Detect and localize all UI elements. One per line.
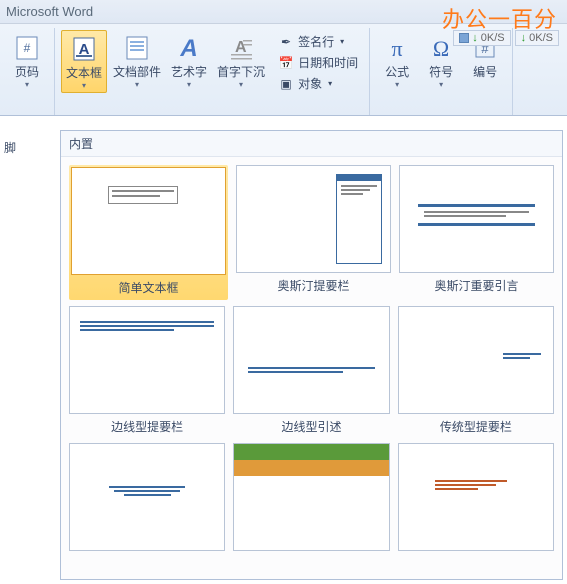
- gallery-thumb: [233, 306, 389, 414]
- svg-text:#: #: [24, 41, 31, 55]
- gallery-item-label: 边线型提要栏: [111, 418, 183, 435]
- gallery-item[interactable]: [69, 443, 225, 551]
- dropcap-icon: A: [225, 32, 257, 64]
- textbox-gallery-panel: 内置 简单文本框 奥斯汀提要栏: [60, 130, 563, 580]
- gallery-thumb: [236, 165, 391, 273]
- dropdown-arrow-icon: ▾: [340, 37, 344, 46]
- signature-line-button[interactable]: ✒签名行▾: [275, 32, 361, 51]
- equation-button[interactable]: π 公式: [376, 30, 418, 91]
- gallery-item[interactable]: [398, 443, 554, 551]
- gallery-thumb: [233, 443, 389, 551]
- wordart-button[interactable]: A 艺术字: [167, 30, 211, 91]
- dropdown-arrow-icon: ▾: [328, 79, 332, 88]
- svg-text:Ω: Ω: [433, 36, 449, 61]
- gallery-thumb: [69, 306, 225, 414]
- page-number-icon: #: [11, 32, 43, 64]
- gallery-item-austin-sidebar[interactable]: 奥斯汀提要栏: [236, 165, 391, 300]
- footer-section-label: 脚: [0, 135, 20, 160]
- svg-text:A: A: [179, 35, 197, 62]
- gallery-item-austin-quote[interactable]: 奥斯汀重要引言: [399, 165, 554, 300]
- doc-parts-button[interactable]: 文档部件: [109, 30, 165, 91]
- date-time-button[interactable]: 📅日期和时间: [275, 53, 361, 72]
- down-arrow-icon: ↓: [521, 32, 527, 44]
- ribbon-group-header-footer: # 页码: [0, 28, 55, 115]
- dropcap-button[interactable]: A 首字下沉: [213, 30, 269, 91]
- object-icon: ▣: [278, 76, 294, 92]
- object-button[interactable]: ▣对象▾: [275, 74, 361, 93]
- page-number-button[interactable]: # 页码: [6, 30, 48, 91]
- gallery-item-label: 简单文本框: [118, 279, 178, 296]
- gallery-thumb: [69, 443, 225, 551]
- svg-text:π: π: [392, 36, 403, 61]
- gallery-item-label: 奥斯汀重要引言: [434, 277, 518, 294]
- gallery-thumb: [71, 167, 226, 275]
- network-stats: ↓0K/S ↓0K/S: [453, 30, 559, 46]
- net-icon: [459, 33, 469, 43]
- app-title: Microsoft Word: [6, 4, 93, 19]
- gallery-grid: 简单文本框 奥斯汀提要栏 奥斯汀重要引言: [61, 157, 562, 579]
- svg-text:A: A: [235, 39, 247, 56]
- pi-icon: π: [381, 32, 413, 64]
- signature-icon: ✒: [278, 34, 294, 50]
- calendar-icon: 📅: [278, 55, 294, 71]
- textbox-button[interactable]: A 文本框: [61, 30, 107, 93]
- net-speed-1: ↓0K/S: [453, 30, 510, 46]
- gallery-item-label: 奥斯汀提要栏: [277, 277, 349, 294]
- gallery-item-traditional-sidebar[interactable]: 传统型提要栏: [398, 306, 554, 437]
- gallery-item-label: 传统型提要栏: [440, 418, 512, 435]
- gallery-item-label: 边线型引述: [281, 418, 341, 435]
- gallery-section-header: 内置: [61, 131, 562, 157]
- gallery-thumb: [398, 443, 554, 551]
- ribbon-group-text: A 文本框 文档部件 A 艺术字 A 首字下沉 ✒签名行▾ 📅日期和时间 ▣对象…: [55, 28, 370, 115]
- down-arrow-icon: ↓: [472, 32, 478, 44]
- gallery-thumb: [398, 306, 554, 414]
- net-speed-2: ↓0K/S: [515, 30, 559, 46]
- gallery-item-border-sidebar[interactable]: 边线型提要栏: [69, 306, 225, 437]
- omega-icon: Ω: [425, 32, 457, 64]
- gallery-item[interactable]: [233, 443, 389, 551]
- gallery-item-border-quote[interactable]: 边线型引述: [233, 306, 389, 437]
- gallery-thumb: [399, 165, 554, 273]
- gallery-item-simple-textbox[interactable]: 简单文本框: [69, 165, 228, 300]
- textbox-icon: A: [68, 33, 100, 65]
- wordart-icon: A: [173, 32, 205, 64]
- doc-parts-icon: [121, 32, 153, 64]
